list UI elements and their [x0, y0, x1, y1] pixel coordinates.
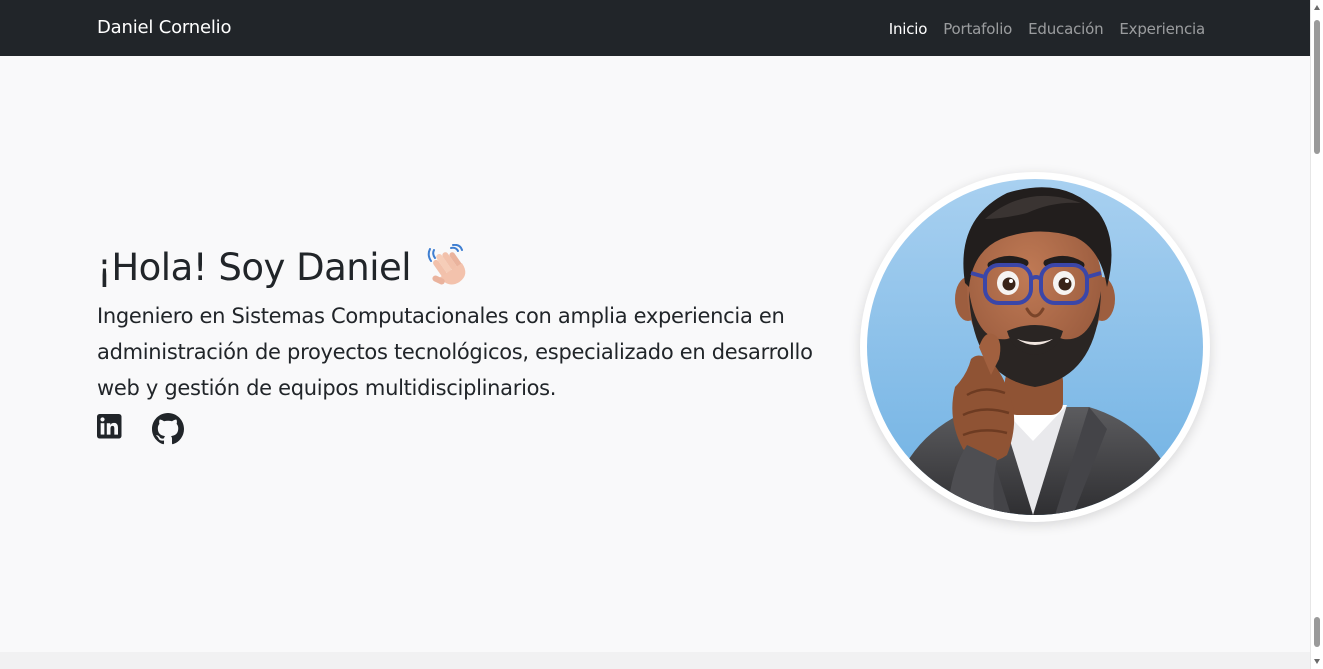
nav-link-experiencia[interactable]: Experiencia	[1119, 20, 1205, 38]
scrollbar[interactable]	[1310, 0, 1323, 669]
linkedin-icon	[97, 414, 122, 439]
nav-link-educacion[interactable]: Educación	[1028, 20, 1103, 38]
github-link[interactable]	[152, 413, 184, 445]
nav-links: Inicio Portafolio Educación Experiencia	[889, 19, 1205, 38]
next-section-edge	[0, 652, 1310, 669]
hero-section: ¡Hola! Soy Daniel Ingeniero en Sistemas …	[0, 56, 1310, 652]
scroll-up-arrow-icon[interactable]	[1314, 5, 1320, 10]
nav-item-inicio: Inicio	[889, 19, 928, 38]
nav-item-experiencia: Experiencia	[1119, 19, 1205, 38]
hero-title-text: ¡Hola! Soy Daniel	[97, 245, 412, 289]
nav-item-portafolio: Portafolio	[943, 19, 1012, 38]
nav-link-inicio[interactable]: Inicio	[889, 20, 928, 38]
social-links	[97, 413, 184, 445]
hero-description: Ingeniero en Sistemas Computacionales co…	[97, 304, 813, 400]
waving-hand-icon	[427, 243, 473, 290]
scrollbar-thumb-lower[interactable]	[1314, 617, 1320, 647]
navbar: Daniel Cornelio Inicio Portafolio Educac…	[0, 0, 1310, 56]
nav-item-educacion: Educación	[1028, 19, 1103, 38]
memoji-avatar-image	[867, 179, 1203, 515]
github-icon	[152, 413, 184, 445]
nav-link-portafolio[interactable]: Portafolio	[943, 20, 1012, 38]
scroll-down-arrow-icon[interactable]	[1314, 659, 1320, 664]
hero-title: ¡Hola! Soy Daniel	[97, 243, 473, 290]
avatar	[860, 172, 1210, 522]
brand-link[interactable]: Daniel Cornelio	[97, 17, 231, 38]
scrollbar-thumb[interactable]	[1314, 20, 1320, 154]
linkedin-link[interactable]	[97, 413, 129, 445]
